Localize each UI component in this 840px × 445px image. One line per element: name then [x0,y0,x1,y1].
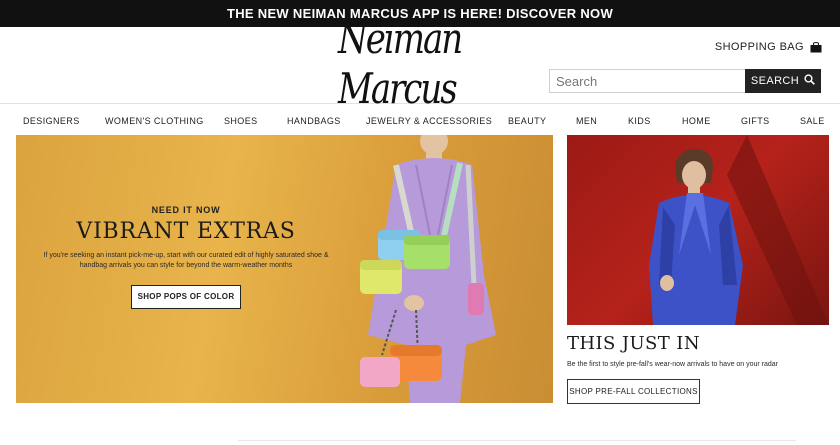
nav-item-shoes[interactable]: SHOES [224,116,258,126]
logo-text: Neiman Marcus [338,14,463,114]
nav-item-home[interactable]: HOME [682,116,711,126]
search-button[interactable]: SEARCH [745,69,821,93]
nav-item-gifts[interactable]: GIFTS [741,116,770,126]
nav-item-jewelry-accessories[interactable]: JEWELRY & ACCESSORIES [366,116,492,126]
hero-text-block: NEED IT NOW VIBRANT EXTRAS If you're see… [16,205,356,310]
search-icon [804,74,815,88]
shopping-bag-icon [810,41,822,53]
search-input[interactable] [549,69,745,93]
hero-model-image [360,135,496,403]
main-navigation: DESIGNERS WOMEN'S CLOTHING SHOES HANDBAG… [0,112,840,132]
this-just-in-title: THIS JUST IN [567,333,700,354]
neiman-marcus-logo[interactable]: Neiman Marcus [338,14,508,114]
this-just-in-description: Be the first to style pre-fall's wear-no… [567,361,779,368]
nav-item-men[interactable]: MEN [576,116,597,126]
shop-pre-fall-collections-button[interactable]: SHOP PRE-FALL COLLECTIONS [567,379,700,404]
hero-description: If you're seeking an instant pick-me-up,… [43,252,329,270]
nav-item-beauty[interactable]: BEAUTY [508,116,546,126]
nav-item-handbags[interactable]: HANDBAGS [287,116,341,126]
nav-item-kids[interactable]: KIDS [628,116,651,126]
content-divider [238,440,796,441]
this-just-in-image[interactable] [567,135,829,325]
hero-banner[interactable]: NEED IT NOW VIBRANT EXTRAS If you're see… [16,135,553,403]
search-button-label: SEARCH [750,75,800,87]
nav-item-sale[interactable]: SALE [800,116,825,126]
shopping-bag-link[interactable]: SHOPPING BAG [715,41,822,53]
site-header: Neiman Marcus SHOPPING BAG SEARCH [0,14,840,114]
shop-pops-of-color-button[interactable]: SHOP POPS OF COLOR [131,285,241,310]
nav-item-designers[interactable]: DESIGNERS [23,116,80,126]
hero-eyebrow: NEED IT NOW [151,205,221,215]
side-model-image [649,135,829,325]
nav-item-womens-clothing[interactable]: WOMEN'S CLOTHING [105,116,204,126]
shopping-bag-label: SHOPPING BAG [714,41,804,53]
hero-title: VIBRANT EXTRAS [76,219,296,244]
